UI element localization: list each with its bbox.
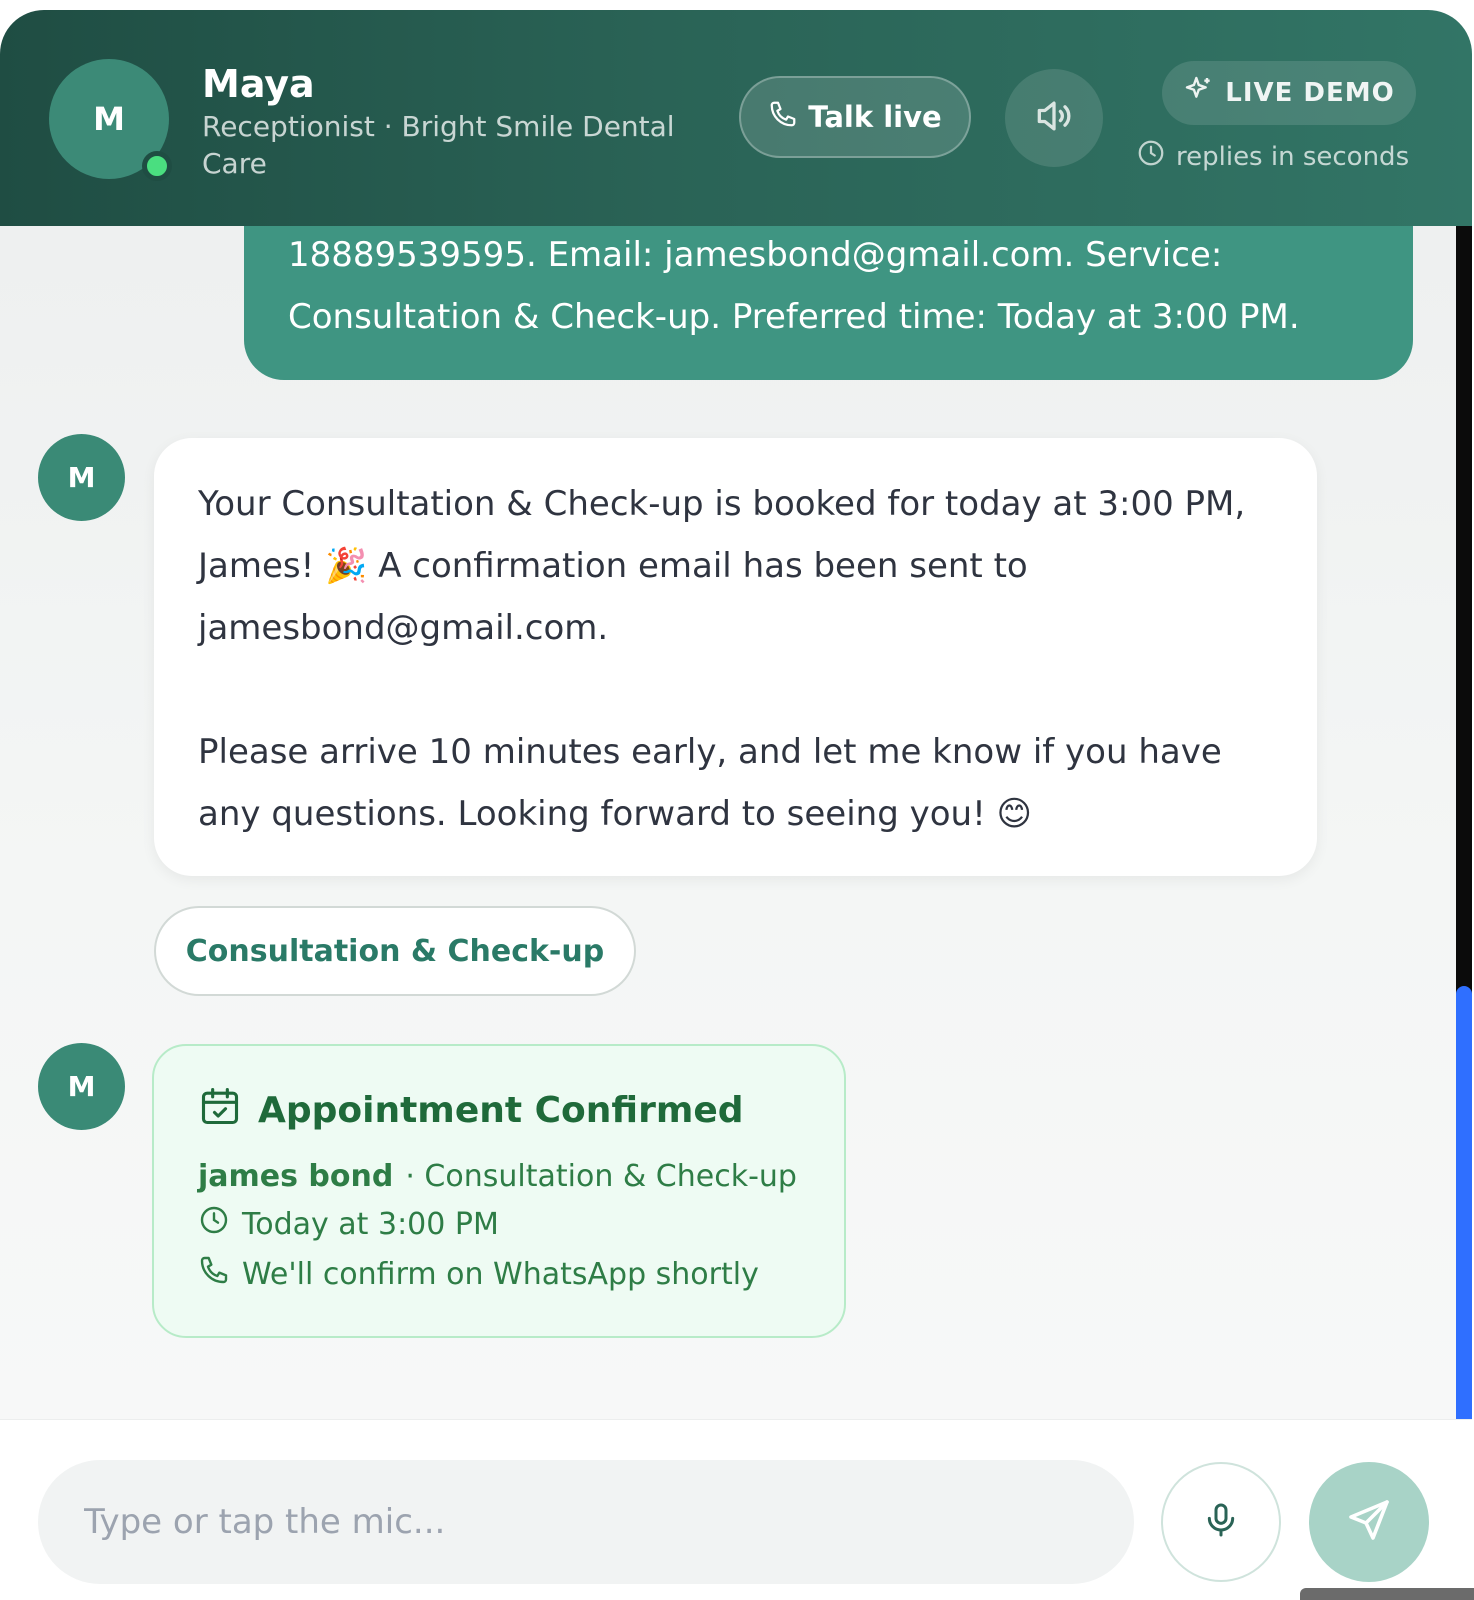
appointment-time: Today at 3:00 PM xyxy=(242,1206,499,1242)
phone-icon xyxy=(198,1254,230,1294)
bot-message-paragraph: Your Consultation & Check-up is booked f… xyxy=(198,484,1246,648)
confirm-time-line: Today at 3:00 PM xyxy=(198,1204,800,1244)
composer-bar xyxy=(0,1419,1472,1600)
quick-reply-chip[interactable]: Consultation & Check-up xyxy=(154,906,636,996)
mic-icon xyxy=(1201,1500,1241,1544)
whatsapp-note: We'll confirm on WhatsApp shortly xyxy=(242,1256,759,1292)
reply-speed-note: replies in seconds xyxy=(1136,138,1409,175)
confirm-patient-line: james bond · Consultation & Check-up xyxy=(198,1159,800,1194)
clock-icon xyxy=(198,1204,230,1244)
bot-message-bubble: Your Consultation & Check-up is booked f… xyxy=(154,438,1317,876)
clock-icon xyxy=(1136,138,1166,175)
agent-role: Receptionist · Bright Smile Dental Care xyxy=(202,110,675,180)
speaker-toggle-button[interactable] xyxy=(1005,69,1103,167)
service-name: · Consultation & Check-up xyxy=(405,1159,797,1194)
calendar-check-icon xyxy=(198,1084,242,1137)
bot-avatar: M xyxy=(38,1043,125,1130)
talk-live-button[interactable]: Talk live xyxy=(739,76,971,158)
scrollbar-thumb[interactable] xyxy=(1456,986,1472,1419)
window-corner-bar xyxy=(1300,1588,1474,1600)
speaker-icon xyxy=(1032,94,1076,142)
chat-header: M Maya Receptionist · Bright Smile Denta… xyxy=(0,10,1472,226)
message-input[interactable] xyxy=(38,1460,1134,1584)
bot-message-paragraph: Please arrive 10 minutes early, and let … xyxy=(198,732,1222,834)
chat-widget: M Maya Receptionist · Bright Smile Denta… xyxy=(0,10,1472,1600)
confirm-title: Appointment Confirmed xyxy=(258,1090,744,1131)
appointment-confirmed-card: Appointment Confirmed james bond · Consu… xyxy=(152,1044,846,1338)
replies-text: replies in seconds xyxy=(1176,141,1410,172)
mic-button[interactable] xyxy=(1161,1462,1281,1582)
send-button[interactable] xyxy=(1309,1462,1429,1582)
agent-name: Maya xyxy=(202,62,315,106)
phone-icon xyxy=(768,99,798,136)
confirm-title-row: Appointment Confirmed xyxy=(198,1084,800,1137)
live-demo-badge: LIVE DEMO xyxy=(1162,61,1416,125)
user-message-bubble: 18889539595. Email: jamesbond@gmail.com.… xyxy=(244,226,1413,380)
sparkle-icon xyxy=(1183,74,1215,113)
live-demo-label: LIVE DEMO xyxy=(1225,78,1395,108)
confirm-whatsapp-line: We'll confirm on WhatsApp shortly xyxy=(198,1254,800,1294)
bot-avatar: M xyxy=(38,434,125,521)
talk-live-label: Talk live xyxy=(808,100,942,134)
online-status-dot xyxy=(142,151,172,181)
patient-name: james bond xyxy=(198,1159,394,1194)
send-icon xyxy=(1345,1496,1393,1548)
